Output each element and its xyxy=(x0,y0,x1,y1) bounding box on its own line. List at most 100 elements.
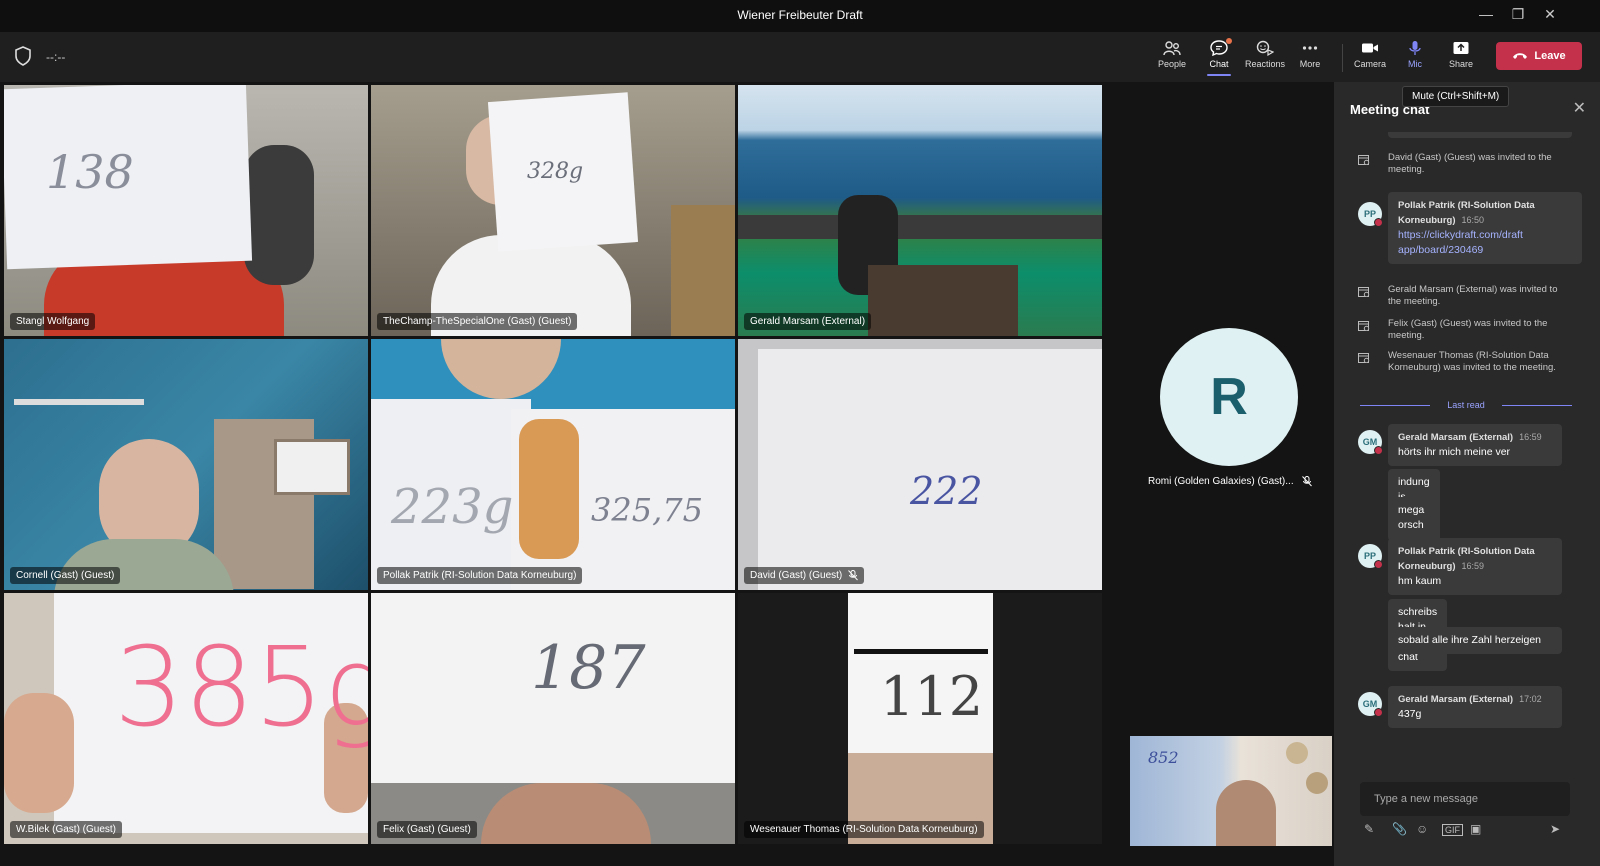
compose-toolbar: ✎ 📎 ☺ GIF ▣ ➤ xyxy=(1362,822,1572,842)
video-tile[interactable]: 112 Wesenauer Thomas (RI-Solution Data K… xyxy=(738,593,1102,844)
participant-name: Romi (Golden Galaxies) (Gast)... xyxy=(1148,476,1312,487)
more-button[interactable]: More xyxy=(1285,40,1335,69)
video-tile[interactable]: 223g 325,75 Pollak Patrik (RI-Solution D… xyxy=(371,339,735,590)
message-bubble: sobald alle ihre Zahl herzeigen xyxy=(1388,627,1562,654)
message-compose-box[interactable] xyxy=(1360,782,1570,816)
head-shape xyxy=(441,339,561,399)
participant-name: Pollak Patrik (RI-Solution Data Korneubu… xyxy=(377,567,583,584)
mic-tooltip: Mute (Ctrl+Shift+M) xyxy=(1402,86,1510,107)
calendar-add-icon xyxy=(1358,155,1370,165)
trophy-shape xyxy=(671,205,735,336)
restore-icon[interactable]: ❐ xyxy=(1508,6,1528,23)
handwritten-number: 187 xyxy=(531,633,646,703)
format-icon[interactable]: ✎ xyxy=(1364,822,1374,836)
camera-icon xyxy=(1362,43,1378,53)
toolbar-divider xyxy=(1342,44,1343,72)
chat-button[interactable]: Chat xyxy=(1194,38,1244,76)
title-bar: Wiener Freibeuter Draft — ❐ ✕ xyxy=(0,0,1600,32)
more-label: More xyxy=(1299,59,1321,69)
handwritten-number: 385g xyxy=(114,623,368,751)
participant-name: Stangl Wolfgang xyxy=(10,313,96,330)
table-shape xyxy=(868,265,1018,336)
hand-shape xyxy=(4,693,74,813)
more-dots-icon xyxy=(1302,46,1318,50)
author-avatar: GM xyxy=(1358,692,1383,717)
close-icon[interactable]: ✕ xyxy=(1573,98,1586,118)
self-view-video[interactable]: 852 xyxy=(1130,736,1332,846)
leave-label: Leave xyxy=(1534,50,1566,62)
message-bubble: Pollak Patrik (RI-Solution Data Korneubu… xyxy=(1388,192,1582,264)
share-button[interactable]: Share xyxy=(1436,40,1486,69)
message-bubble: Gerald Marsam (External) 16:59 hörts ihr … xyxy=(1388,424,1562,466)
face-shape xyxy=(481,783,651,844)
plate-decoration xyxy=(1306,772,1328,794)
author-avatar: GM xyxy=(1358,430,1383,455)
reactions-icon xyxy=(1256,40,1274,56)
sticker-icon[interactable]: ▣ xyxy=(1470,822,1481,836)
handwritten-number: 223g xyxy=(391,479,514,535)
picture-frame xyxy=(274,439,350,495)
participant-avatar[interactable]: R xyxy=(1160,328,1298,466)
plate-decoration xyxy=(1286,742,1308,764)
video-tile[interactable]: 222 David (Gast) (Guest) xyxy=(738,339,1102,590)
handwritten-number-2: 325,75 xyxy=(591,491,703,529)
message-link[interactable]: https://clickydraft.com/draft app/board/2… xyxy=(1398,229,1523,256)
people-button[interactable]: People xyxy=(1147,40,1197,69)
hang-up-icon xyxy=(1513,53,1528,59)
close-window-icon[interactable]: ✕ xyxy=(1540,6,1560,23)
camera-button[interactable]: Camera xyxy=(1345,40,1395,69)
message-bubble: Pollak Patrik (RI-Solution Data Korneubu… xyxy=(1388,538,1562,595)
shelf-shape xyxy=(14,399,144,405)
chat-active-indicator xyxy=(1207,74,1231,76)
video-stage: 138 Stangl Wolfgang 328g TheChamp-TheSpe… xyxy=(0,82,1334,866)
chat-notification-dot xyxy=(1226,38,1232,44)
handwritten-number: 112 xyxy=(880,665,984,728)
chat-icon xyxy=(1210,40,1228,56)
reactions-button[interactable]: Reactions xyxy=(1240,40,1290,69)
participant-name: Wesenauer Thomas (RI-Solution Data Korne… xyxy=(744,821,984,838)
participant-name: Felix (Gast) (Guest) xyxy=(377,821,477,838)
attach-icon[interactable]: 📎 xyxy=(1392,822,1407,836)
tape-stripe xyxy=(854,649,988,654)
people-label: People xyxy=(1157,59,1187,69)
meeting-chat-panel: Meeting chat ✕ David (Gast) (Guest) was … xyxy=(1334,82,1600,866)
mic-icon xyxy=(1409,41,1421,55)
video-tile[interactable]: 187 Felix (Gast) (Guest) xyxy=(371,593,735,844)
leave-button[interactable]: Leave xyxy=(1496,42,1582,70)
message-input[interactable] xyxy=(1372,792,1556,806)
gif-icon[interactable]: GIF xyxy=(1442,824,1463,836)
participant-name: Cornell (Gast) (Guest) xyxy=(10,567,121,584)
message-bubble: mega orsch xyxy=(1388,497,1435,539)
window-title: Wiener Freibeuter Draft xyxy=(737,8,863,22)
meeting-timer: --:-- xyxy=(46,50,66,64)
mic-button[interactable]: Mic xyxy=(1390,40,1440,69)
book-illustration xyxy=(519,419,579,559)
author-avatar: PP xyxy=(1358,202,1383,227)
shield-icon[interactable] xyxy=(14,46,32,66)
author-avatar: PP xyxy=(1358,544,1383,569)
muted-mic-icon xyxy=(1301,476,1312,487)
video-tile[interactable]: 385g W.Bilek (Gast) (Guest) xyxy=(4,593,368,844)
send-icon[interactable]: ➤ xyxy=(1550,822,1560,836)
handwritten-number: 222 xyxy=(910,469,983,513)
video-tile[interactable]: 138 Stangl Wolfgang xyxy=(4,85,368,336)
participant-name: W.Bilek (Gast) (Guest) xyxy=(10,821,123,838)
railing-shape xyxy=(738,215,1102,239)
meeting-toolbar: --:-- People Chat Reactions More Camera … xyxy=(0,32,1600,82)
share-icon xyxy=(1453,42,1469,54)
video-tile[interactable]: Gerald Marsam (External) xyxy=(738,85,1102,336)
emoji-icon[interactable]: ☺ xyxy=(1416,822,1428,836)
video-tile[interactable]: 328g TheChamp-TheSpecialOne (Gast) (Gues… xyxy=(371,85,735,336)
face-shape xyxy=(1216,780,1276,846)
chat-label: Chat xyxy=(1209,59,1229,69)
previous-message-edge xyxy=(1388,132,1572,138)
message-bubble: Gerald Marsam (External) 17:02 437g xyxy=(1388,686,1562,728)
reactions-label: Reactions xyxy=(1244,59,1286,69)
participant-name: Gerald Marsam (External) xyxy=(744,313,872,330)
calendar-add-icon xyxy=(1358,287,1370,297)
muted-mic-icon xyxy=(848,570,859,581)
video-tile[interactable]: Cornell (Gast) (Guest) xyxy=(4,339,368,590)
handwritten-number: 328g xyxy=(527,159,584,184)
minimize-icon[interactable]: — xyxy=(1476,6,1496,22)
calendar-add-icon xyxy=(1358,353,1370,363)
